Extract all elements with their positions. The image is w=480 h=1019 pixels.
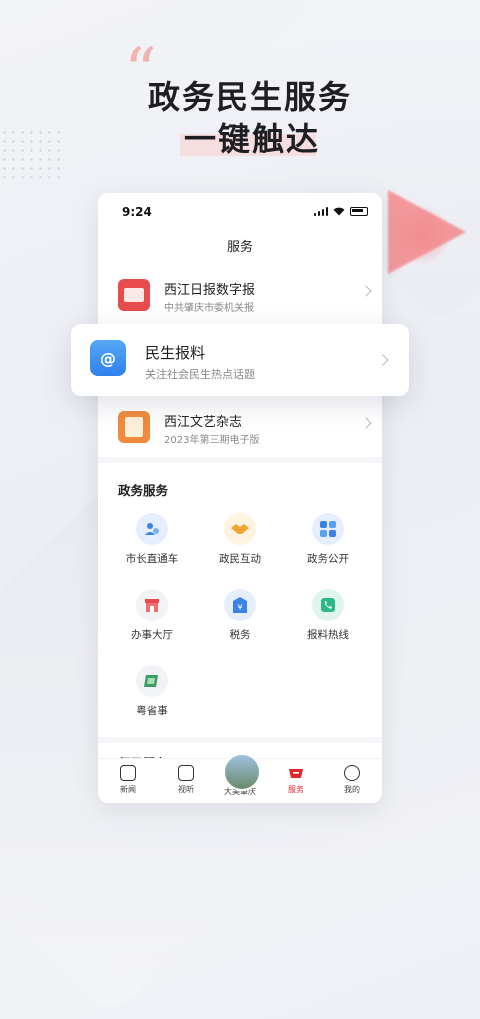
phone-icon xyxy=(312,589,344,621)
grid-item-hotline[interactable]: 报料热线 xyxy=(288,589,368,642)
tax-icon: ¥ xyxy=(224,589,256,621)
featured-item-newspaper[interactable]: 西江日报数字报 中共肇庆市委机关报 xyxy=(98,267,382,327)
status-bar: 9:24 xyxy=(98,193,382,229)
svg-text:¥: ¥ xyxy=(237,603,242,612)
grid-item-label: 税务 xyxy=(229,629,251,641)
tab-service[interactable]: 服务 xyxy=(268,763,324,795)
gov-section-title: 政务服务 xyxy=(118,483,169,498)
tab-label: 服务 xyxy=(288,785,304,794)
video-icon xyxy=(178,765,194,781)
chevron-right-icon xyxy=(360,285,372,297)
grid-item-yueshengshi[interactable]: 粤省事 xyxy=(112,665,192,718)
featured-title: 西江文艺杂志 xyxy=(164,415,243,430)
grid-item-label: 报料热线 xyxy=(307,629,349,641)
featured-item-report[interactable]: @ 民生报料 关注社会民生热点话题 xyxy=(71,324,409,396)
status-time: 9:24 xyxy=(122,205,152,219)
report-icon: @ xyxy=(90,340,126,376)
profile-icon xyxy=(344,765,360,781)
service-icon xyxy=(289,769,303,778)
section-divider xyxy=(98,457,382,463)
magazine-icon xyxy=(118,411,150,443)
featured-subtitle: 关注社会民生热点话题 xyxy=(145,368,255,381)
tab-video[interactable]: 视听 xyxy=(158,763,214,795)
tab-city[interactable]: 大美肇庆 xyxy=(212,753,268,797)
decorative-dots xyxy=(0,128,60,178)
news-icon xyxy=(120,765,136,781)
featured-item-magazine[interactable]: 西江文艺杂志 2023年第三期电子版 xyxy=(98,399,382,459)
grid-item-tax[interactable]: ¥ 税务 xyxy=(200,589,280,642)
page-title: 服务 xyxy=(226,240,253,255)
section-divider xyxy=(98,737,382,743)
city-photo-icon xyxy=(223,753,261,791)
wifi-icon xyxy=(333,207,345,216)
mayor-hotline-icon xyxy=(136,513,168,545)
tab-bar: 新闻 视听 大美肇庆 服务 我的 xyxy=(98,753,382,803)
featured-title: 西江日报数字报 xyxy=(164,283,256,298)
tab-news[interactable]: 新闻 xyxy=(100,763,156,795)
featured-subtitle: 2023年第三期电子版 xyxy=(164,435,260,446)
grid-item-gov-open[interactable]: 政务公开 xyxy=(288,513,368,566)
grid-item-label: 办事大厅 xyxy=(131,629,173,641)
grid-item-label: 政民互动 xyxy=(219,553,261,565)
chevron-right-icon xyxy=(360,417,372,429)
tab-label: 视听 xyxy=(178,785,194,794)
headline-line1: 政务民生服务 xyxy=(148,78,353,116)
handshake-icon xyxy=(224,513,256,545)
featured-subtitle: 中共肇庆市委机关报 xyxy=(164,303,254,314)
grid-item-interaction[interactable]: 政民互动 xyxy=(200,513,280,566)
chevron-right-icon xyxy=(377,354,389,366)
headline-line2: 一键触达 xyxy=(184,120,321,158)
grid-item-service-hall[interactable]: 办事大厅 xyxy=(112,589,192,642)
grid-item-label: 粤省事 xyxy=(136,705,168,717)
tab-label: 我的 xyxy=(344,785,360,794)
signal-icon xyxy=(313,207,328,216)
status-icons xyxy=(313,207,368,216)
featured-title: 民生报料 xyxy=(145,344,206,362)
newspaper-icon xyxy=(118,279,150,311)
report-icon-glyph: @ xyxy=(100,348,116,368)
grid-item-label: 政务公开 xyxy=(307,553,349,565)
tab-profile[interactable]: 我的 xyxy=(324,763,380,795)
tab-label: 新闻 xyxy=(120,785,136,794)
service-hall-icon xyxy=(136,589,168,621)
grid-item-label: 市长直通车 xyxy=(125,553,179,565)
gov-open-icon xyxy=(312,513,344,545)
phone-screen: 9:24 服务 西江日报数字报 中共肇庆市委机关报 西江文艺杂志 2023年第三… xyxy=(98,193,382,803)
grid-item-mayor[interactable]: 市长直通车 xyxy=(112,513,192,566)
battery-icon xyxy=(350,207,368,216)
decorative-triangle xyxy=(388,190,466,274)
yueshengshi-icon xyxy=(136,665,168,697)
